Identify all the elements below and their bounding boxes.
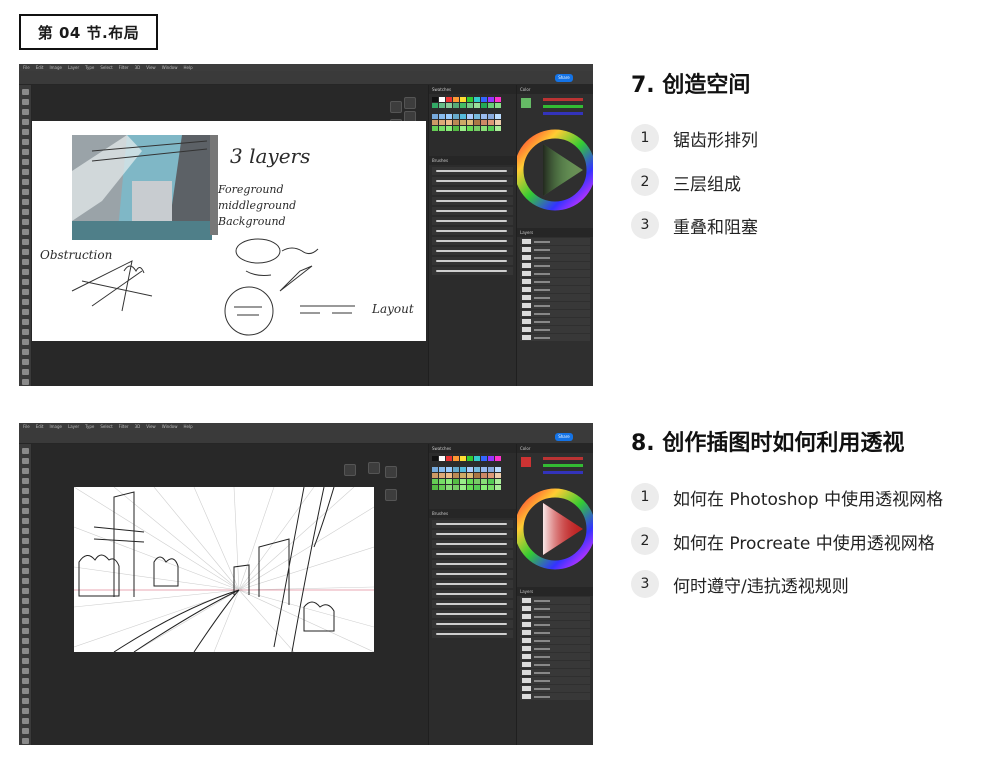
float-tool-icon: [385, 489, 397, 501]
panel-title: Swatches: [429, 444, 516, 453]
panel-title: Brushes: [429, 156, 516, 165]
step-8-title: 8. 创作插图时如何利用透视: [631, 431, 905, 456]
swatch-grid: [429, 464, 516, 493]
note-heading: 3 layers: [230, 144, 310, 168]
item-number-badge: 2: [631, 168, 659, 196]
note-layer: middleground: [218, 199, 296, 212]
panel-title: Color: [517, 444, 593, 453]
perspective-canvas: [74, 487, 374, 652]
list-item: 2 三层组成: [631, 168, 741, 196]
note-layer: Background: [217, 215, 286, 228]
canvas-area: 3 layers Foreground middleground Backgro…: [32, 85, 428, 386]
sketch-canvas: 3 layers Foreground middleground Backgro…: [32, 121, 426, 341]
ps-toolbar: [19, 85, 32, 386]
color-wheel: [514, 457, 593, 570]
note-obstruction: Obstruction: [40, 248, 112, 262]
item-text: 如何在 Procreate 中使用透视网格: [673, 533, 935, 554]
ps-menubar: File Edit Image Layer Type Select Filter 3D View…: [19, 423, 593, 430]
panel-title: Swatches: [429, 85, 516, 94]
item-number-badge: 1: [631, 483, 659, 511]
item-number-badge: 2: [631, 527, 659, 555]
swatch-grid: [429, 453, 516, 464]
float-tool-icon: [344, 464, 356, 476]
float-tool-icon: [368, 462, 380, 474]
item-text: 何时遵守/违抗透视规则: [673, 576, 849, 597]
swatch-grid: [429, 111, 516, 134]
panels-column-2: Color Layers: [514, 444, 593, 745]
item-text: 如何在 Photoshop 中使用透视网格: [673, 489, 944, 510]
list-item: 1 锯齿形排列: [631, 124, 758, 152]
panel-title: Layers: [517, 587, 593, 596]
float-tool-icon: [404, 97, 416, 109]
item-text: 锯齿形排列: [673, 130, 758, 151]
panels-column-1: Swatches Brushes: [428, 85, 516, 386]
share-button: Share: [555, 433, 573, 441]
panels-column-2: Color Layers: [514, 85, 593, 386]
list-item: 1 如何在 Photoshop 中使用透视网格: [631, 483, 943, 511]
step-7-title: 7. 创造空间: [631, 73, 751, 98]
list-item: 3 何时遵守/违抗透视规则: [631, 570, 849, 598]
float-tool-icon: [390, 101, 402, 113]
photoshop-screenshot-1: File Edit Image Layer Type Select Filter 3D View…: [19, 64, 593, 386]
item-number-badge: 3: [631, 570, 659, 598]
section-tag: 第 04 节.布局: [19, 14, 158, 50]
photoshop-screenshot-2: File Edit Image Layer Type Select Filter 3D View…: [19, 423, 593, 745]
item-number-badge: 3: [631, 211, 659, 239]
share-button: Share: [555, 74, 573, 82]
panel-title: Brushes: [429, 509, 516, 518]
panel-title: Layers: [517, 228, 593, 237]
panels-column-1: Swatches Brushes: [428, 444, 516, 745]
panel-title: Color: [517, 85, 593, 94]
item-text: 三层组成: [673, 174, 741, 195]
note-layer: Foreground: [217, 183, 284, 196]
ps-options-bar: Share: [19, 71, 593, 85]
ps-options-bar: Share: [19, 430, 593, 444]
list-item: 3 重叠和阻塞: [631, 211, 758, 239]
ps-menubar: File Edit Image Layer Type Select Filter 3D View…: [19, 64, 593, 71]
ps-toolbar: [19, 444, 32, 745]
swatch-grid: [429, 94, 516, 111]
color-wheel: [514, 98, 593, 211]
canvas-area: [32, 444, 428, 745]
float-tool-icon: [385, 466, 397, 478]
item-text: 重叠和阻塞: [673, 217, 758, 238]
list-item: 2 如何在 Procreate 中使用透视网格: [631, 527, 935, 555]
item-number-badge: 1: [631, 124, 659, 152]
note-layout: Layout: [371, 302, 414, 316]
